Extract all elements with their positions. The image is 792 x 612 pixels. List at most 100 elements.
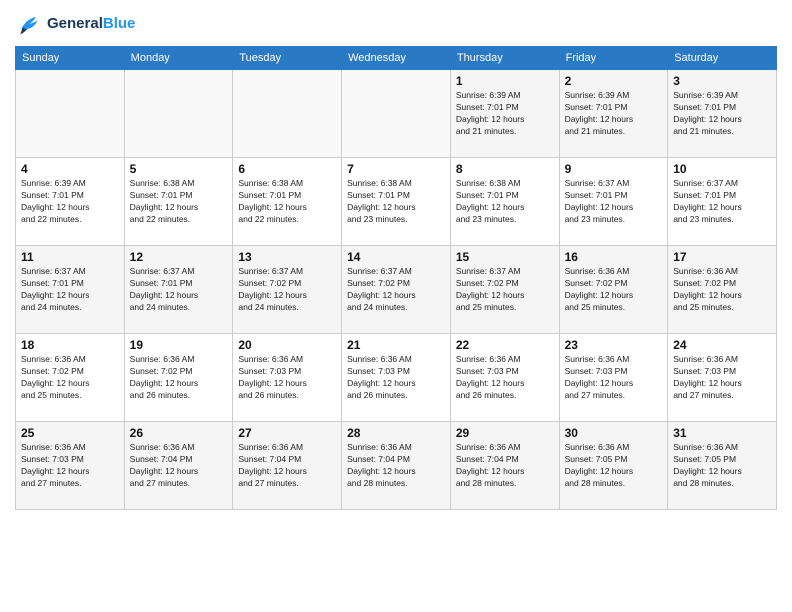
day-number: 2 [565, 74, 663, 88]
calendar-cell [16, 70, 125, 158]
calendar-cell: 24Sunrise: 6:36 AM Sunset: 7:03 PM Dayli… [668, 334, 777, 422]
day-info: Sunrise: 6:38 AM Sunset: 7:01 PM Dayligh… [130, 178, 228, 226]
day-info: Sunrise: 6:37 AM Sunset: 7:02 PM Dayligh… [347, 266, 445, 314]
day-info: Sunrise: 6:36 AM Sunset: 7:05 PM Dayligh… [565, 442, 663, 490]
weekday-header-wednesday: Wednesday [342, 47, 451, 70]
day-number: 28 [347, 426, 445, 440]
day-number: 15 [456, 250, 554, 264]
day-info: Sunrise: 6:39 AM Sunset: 7:01 PM Dayligh… [21, 178, 119, 226]
calendar-cell: 6 Sunrise: 6:38 AM Sunset: 7:01 PM Daylig… [233, 158, 342, 246]
day-info: Sunrise: 6:36 AM Sunset: 7:03 PM Dayligh… [238, 354, 336, 402]
day-info: Sunrise: 6:36 AM Sunset: 7:03 PM Dayligh… [456, 354, 554, 402]
calendar-cell: 20 Sunrise: 6:36 AM Sunset: 7:03 PM Dayli… [233, 334, 342, 422]
weekday-header-tuesday: Tuesday [233, 47, 342, 70]
calendar-cell: 17 Sunrise: 6:36 AM Sunset: 7:02 PM Dayli… [668, 246, 777, 334]
calendar-cell: 19Sunrise: 6:36 AM Sunset: 7:02 PM Dayli… [124, 334, 233, 422]
day-number: 12 [130, 250, 228, 264]
calendar-cell [124, 70, 233, 158]
day-info: Sunrise: 6:36 AM Sunset: 7:04 PM Dayligh… [456, 442, 554, 490]
day-number: 14 [347, 250, 445, 264]
weekday-header-saturday: Saturday [668, 47, 777, 70]
calendar-cell: 16Sunrise: 6:36 AM Sunset: 7:02 PM Dayli… [559, 246, 668, 334]
calendar-cell: 27Sunrise: 6:36 AM Sunset: 7:04 PM Dayli… [233, 422, 342, 510]
day-number: 3 [673, 74, 771, 88]
day-number: 21 [347, 338, 445, 352]
day-number: 22 [456, 338, 554, 352]
day-number: 20 [238, 338, 336, 352]
day-number: 30 [565, 426, 663, 440]
day-info: Sunrise: 6:39 AM Sunset: 7:01 PM Dayligh… [565, 90, 663, 138]
day-info: Sunrise: 6:38 AM Sunset: 7:01 PM Dayligh… [238, 178, 336, 226]
day-info: Sunrise: 6:38 AM Sunset: 7:01 PM Dayligh… [347, 178, 445, 226]
calendar-cell [233, 70, 342, 158]
calendar-week-1: 1Sunrise: 6:39 AM Sunset: 7:01 PM Daylig… [16, 70, 777, 158]
day-number: 31 [673, 426, 771, 440]
calendar-cell [342, 70, 451, 158]
day-info: Sunrise: 6:36 AM Sunset: 7:04 PM Dayligh… [130, 442, 228, 490]
day-info: Sunrise: 6:36 AM Sunset: 7:05 PM Dayligh… [673, 442, 771, 490]
header: GeneralBlue [15, 10, 777, 38]
day-info: Sunrise: 6:37 AM Sunset: 7:01 PM Dayligh… [130, 266, 228, 314]
calendar-week-5: 25 Sunrise: 6:36 AM Sunset: 7:03 PM Dayli… [16, 422, 777, 510]
weekday-header-thursday: Thursday [450, 47, 559, 70]
day-info: Sunrise: 6:36 AM Sunset: 7:02 PM Dayligh… [673, 266, 771, 314]
logo-text: GeneralBlue [47, 15, 135, 33]
calendar-cell: 4 Sunrise: 6:39 AM Sunset: 7:01 PM Daylig… [16, 158, 125, 246]
day-info: Sunrise: 6:36 AM Sunset: 7:02 PM Dayligh… [21, 354, 119, 402]
weekday-header-monday: Monday [124, 47, 233, 70]
calendar-week-3: 11 Sunrise: 6:37 AM Sunset: 7:01 PM Dayli… [16, 246, 777, 334]
day-number: 7 [347, 162, 445, 176]
calendar-cell: 14 Sunrise: 6:37 AM Sunset: 7:02 PM Dayli… [342, 246, 451, 334]
logo: GeneralBlue [15, 10, 135, 38]
day-info: Sunrise: 6:37 AM Sunset: 7:01 PM Dayligh… [673, 178, 771, 226]
calendar-cell: 5 Sunrise: 6:38 AM Sunset: 7:01 PM Daylig… [124, 158, 233, 246]
calendar-cell: 31 Sunrise: 6:36 AM Sunset: 7:05 PM Dayli… [668, 422, 777, 510]
day-info: Sunrise: 6:37 AM Sunset: 7:02 PM Dayligh… [238, 266, 336, 314]
calendar-week-2: 4 Sunrise: 6:39 AM Sunset: 7:01 PM Daylig… [16, 158, 777, 246]
day-number: 18 [21, 338, 119, 352]
weekday-header-row: SundayMondayTuesdayWednesdayThursdayFrid… [16, 47, 777, 70]
calendar-cell: 28 Sunrise: 6:36 AM Sunset: 7:04 PM Dayli… [342, 422, 451, 510]
day-number: 29 [456, 426, 554, 440]
day-info: Sunrise: 6:38 AM Sunset: 7:01 PM Dayligh… [456, 178, 554, 226]
calendar-cell: 25 Sunrise: 6:36 AM Sunset: 7:03 PM Dayli… [16, 422, 125, 510]
calendar-cell: 21 Sunrise: 6:36 AM Sunset: 7:03 PM Dayli… [342, 334, 451, 422]
day-number: 6 [238, 162, 336, 176]
day-number: 23 [565, 338, 663, 352]
calendar-table: SundayMondayTuesdayWednesdayThursdayFrid… [15, 46, 777, 510]
day-info: Sunrise: 6:36 AM Sunset: 7:04 PM Dayligh… [347, 442, 445, 490]
calendar-cell: 7 Sunrise: 6:38 AM Sunset: 7:01 PM Daylig… [342, 158, 451, 246]
calendar-cell: 8 Sunrise: 6:38 AM Sunset: 7:01 PM Daylig… [450, 158, 559, 246]
calendar-cell: 3 Sunrise: 6:39 AM Sunset: 7:01 PM Daylig… [668, 70, 777, 158]
day-number: 19 [130, 338, 228, 352]
day-number: 24 [673, 338, 771, 352]
day-number: 5 [130, 162, 228, 176]
day-info: Sunrise: 6:37 AM Sunset: 7:01 PM Dayligh… [565, 178, 663, 226]
logo-icon [15, 10, 43, 38]
day-info: Sunrise: 6:36 AM Sunset: 7:03 PM Dayligh… [565, 354, 663, 402]
calendar-cell: 10 Sunrise: 6:37 AM Sunset: 7:01 PM Dayli… [668, 158, 777, 246]
day-number: 10 [673, 162, 771, 176]
day-number: 25 [21, 426, 119, 440]
day-number: 16 [565, 250, 663, 264]
calendar-cell: 1Sunrise: 6:39 AM Sunset: 7:01 PM Daylig… [450, 70, 559, 158]
day-number: 17 [673, 250, 771, 264]
day-number: 11 [21, 250, 119, 264]
day-info: Sunrise: 6:36 AM Sunset: 7:03 PM Dayligh… [347, 354, 445, 402]
day-number: 4 [21, 162, 119, 176]
day-info: Sunrise: 6:37 AM Sunset: 7:01 PM Dayligh… [21, 266, 119, 314]
calendar-cell: 26Sunrise: 6:36 AM Sunset: 7:04 PM Dayli… [124, 422, 233, 510]
day-info: Sunrise: 6:37 AM Sunset: 7:02 PM Dayligh… [456, 266, 554, 314]
day-info: Sunrise: 6:36 AM Sunset: 7:03 PM Dayligh… [21, 442, 119, 490]
calendar-cell: 30 Sunrise: 6:36 AM Sunset: 7:05 PM Dayli… [559, 422, 668, 510]
weekday-header-friday: Friday [559, 47, 668, 70]
day-info: Sunrise: 6:36 AM Sunset: 7:04 PM Dayligh… [238, 442, 336, 490]
calendar-week-4: 18 Sunrise: 6:36 AM Sunset: 7:02 PM Dayli… [16, 334, 777, 422]
calendar-cell: 12 Sunrise: 6:37 AM Sunset: 7:01 PM Dayli… [124, 246, 233, 334]
calendar-cell: 13Sunrise: 6:37 AM Sunset: 7:02 PM Dayli… [233, 246, 342, 334]
day-number: 8 [456, 162, 554, 176]
calendar-cell: 23 Sunrise: 6:36 AM Sunset: 7:03 PM Dayli… [559, 334, 668, 422]
day-info: Sunrise: 6:39 AM Sunset: 7:01 PM Dayligh… [673, 90, 771, 138]
page: GeneralBlue SundayMondayTuesdayWednesday… [0, 0, 792, 612]
calendar-cell: 22 Sunrise: 6:36 AM Sunset: 7:03 PM Dayli… [450, 334, 559, 422]
